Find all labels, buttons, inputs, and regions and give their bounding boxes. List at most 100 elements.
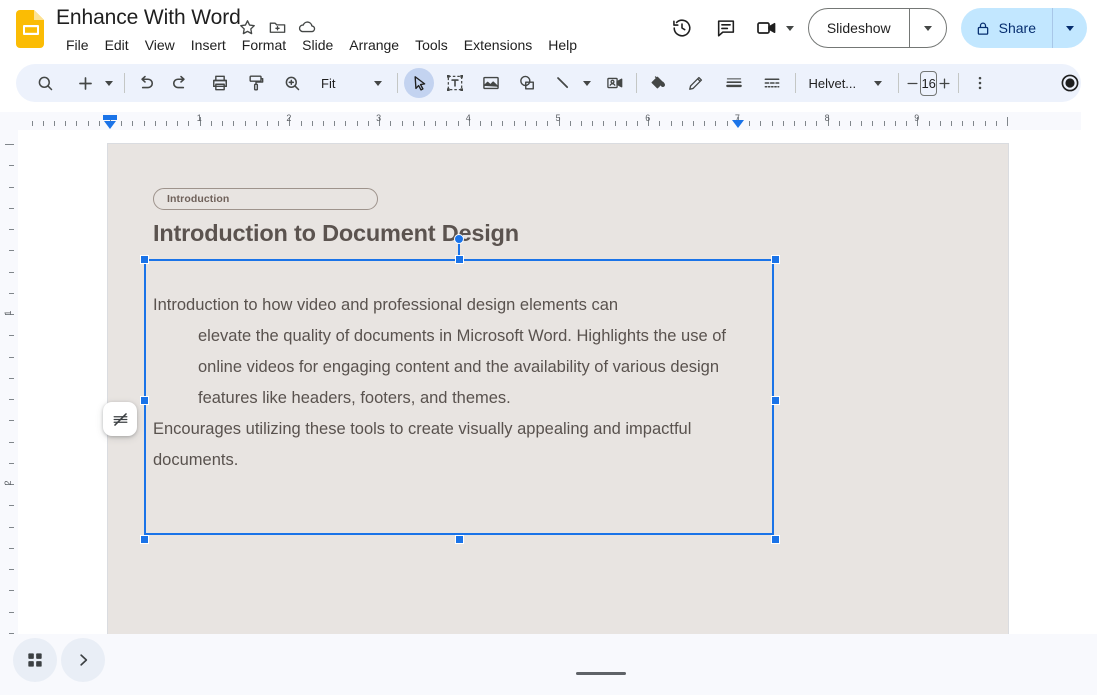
comment-icon[interactable]: [706, 8, 746, 48]
paint-format-icon[interactable]: [241, 68, 271, 98]
ruler-tick-minor: [401, 121, 403, 126]
chevron-right-icon: [74, 651, 92, 669]
ruler-tick-minor: [9, 462, 14, 464]
menu-file[interactable]: File: [58, 34, 97, 56]
slideshow-button-group: Slideshow: [807, 8, 947, 48]
grid-view-icon: [25, 650, 45, 670]
search-icon[interactable]: [30, 68, 60, 98]
menu-help[interactable]: Help: [540, 34, 585, 56]
share-dropdown-button[interactable]: [1053, 8, 1087, 48]
ruler-tick-minor: [614, 121, 616, 126]
undo-icon[interactable]: [131, 68, 161, 98]
meet-camera-button[interactable]: [750, 8, 798, 48]
menu-view[interactable]: View: [137, 34, 183, 56]
divider: [397, 73, 399, 93]
new-slide-icon[interactable]: [70, 68, 100, 98]
font-family-select[interactable]: Helvet...: [802, 68, 890, 98]
divider: [957, 73, 959, 93]
more-options-icon[interactable]: [965, 68, 995, 98]
ruler-tick-minor: [547, 121, 549, 126]
ruler-number: 2: [286, 113, 292, 123]
body-line-first: Introduction to how video and profession…: [153, 296, 619, 314]
slideshow-dropdown-button[interactable]: [910, 9, 946, 47]
divider: [124, 73, 125, 93]
ruler-tick-minor: [143, 121, 145, 126]
border-dash-icon[interactable]: [757, 68, 787, 98]
menu-tools[interactable]: Tools: [407, 34, 456, 56]
slide-body-text[interactable]: Introduction to how video and profession…: [153, 290, 773, 476]
vertical-ruler[interactable]: 12: [0, 130, 18, 650]
horizontal-ruler[interactable]: 123456789: [22, 112, 1081, 130]
ruler-tick-minor: [9, 547, 14, 549]
select-cursor-icon[interactable]: [404, 68, 435, 98]
increase-font-size-button[interactable]: [937, 68, 952, 98]
zoom-level-value: Fit: [321, 75, 336, 91]
panel-drag-handle[interactable]: [576, 672, 626, 675]
border-weight-icon[interactable]: [719, 68, 749, 98]
ruler-number: 8: [824, 113, 830, 123]
menu-insert[interactable]: Insert: [183, 34, 234, 56]
ruler-corner: [0, 112, 22, 130]
ruler-tick-minor: [9, 356, 14, 358]
ruler-tick-minor: [816, 121, 818, 126]
ruler-tick-minor: [244, 121, 246, 126]
ruler-tick-minor: [939, 121, 941, 126]
left-indent-marker[interactable]: [104, 121, 116, 129]
ruler-tick-minor: [670, 121, 672, 126]
new-slide-dropdown-icon[interactable]: [100, 68, 118, 98]
right-indent-marker[interactable]: [731, 120, 744, 128]
menu-slide[interactable]: Slide: [294, 34, 341, 56]
no-border-quick-button[interactable]: [103, 402, 137, 436]
meet-dropdown-icon[interactable]: [785, 25, 794, 31]
menu-format[interactable]: Format: [234, 34, 294, 56]
menu-extensions[interactable]: Extensions: [456, 34, 540, 56]
zoom-dropdown-icon[interactable]: [369, 68, 387, 98]
ruler-tick-minor: [9, 399, 14, 400]
decrease-font-size-button[interactable]: [905, 68, 920, 98]
menu-arrange[interactable]: Arrange: [341, 34, 407, 56]
fill-color-icon[interactable]: [643, 68, 673, 98]
insert-image-icon[interactable]: [476, 68, 506, 98]
main-toolbar: Fit Helvet... 16: [16, 64, 1081, 102]
shape-icon[interactable]: [512, 68, 542, 98]
ruler-tick-minor: [715, 121, 717, 126]
meet-camera-icon[interactable]: [750, 8, 784, 48]
version-history-icon[interactable]: [662, 8, 702, 48]
chevron-down-icon: [374, 80, 383, 86]
menu-edit[interactable]: Edit: [97, 34, 137, 56]
border-color-icon[interactable]: [681, 68, 711, 98]
font-size-input[interactable]: 16: [920, 70, 937, 96]
ruler-tick-minor: [76, 121, 78, 126]
ruler-tick-minor: [805, 121, 807, 126]
google-slides-window: Enhance With Word File Edit View Insert …: [0, 0, 1097, 695]
ruler-tick-minor: [771, 121, 773, 126]
grid-view-button[interactable]: [13, 638, 57, 682]
line-dropdown-icon[interactable]: [578, 68, 596, 98]
insert-video-icon[interactable]: [600, 68, 630, 98]
slide-surface[interactable]: Introduction Introduction to Document De…: [103, 144, 1008, 652]
document-title[interactable]: Enhance With Word: [56, 6, 241, 30]
no-border-icon: [111, 410, 130, 429]
zoom-icon[interactable]: [277, 68, 307, 98]
section-chip[interactable]: Introduction: [153, 188, 378, 210]
ruler-tick-minor: [9, 569, 14, 570]
ruler-tick-minor: [9, 271, 14, 273]
print-icon[interactable]: [205, 68, 235, 98]
present-record-icon[interactable]: [1055, 68, 1085, 98]
slide-title[interactable]: Introduction to Document Design: [153, 220, 519, 247]
google-slides-logo: [16, 10, 46, 48]
first-line-indent-marker[interactable]: [103, 115, 117, 120]
line-icon[interactable]: [548, 68, 578, 98]
ruler-tick-minor: [726, 121, 728, 126]
ruler-tick-minor: [906, 121, 908, 126]
resize-handle-bottom-right: [771, 535, 780, 544]
ruler-tick-minor: [513, 121, 515, 126]
slideshow-button[interactable]: Slideshow: [809, 9, 909, 47]
expand-filmstrip-button[interactable]: [61, 638, 105, 682]
text-box-icon[interactable]: [440, 68, 470, 98]
redo-icon[interactable]: [165, 68, 195, 98]
share-button[interactable]: Share: [961, 8, 1052, 48]
ruler-tick-minor: [356, 121, 358, 126]
zoom-level-select[interactable]: Fit: [315, 68, 341, 98]
ruler-tick-minor: [222, 121, 224, 126]
